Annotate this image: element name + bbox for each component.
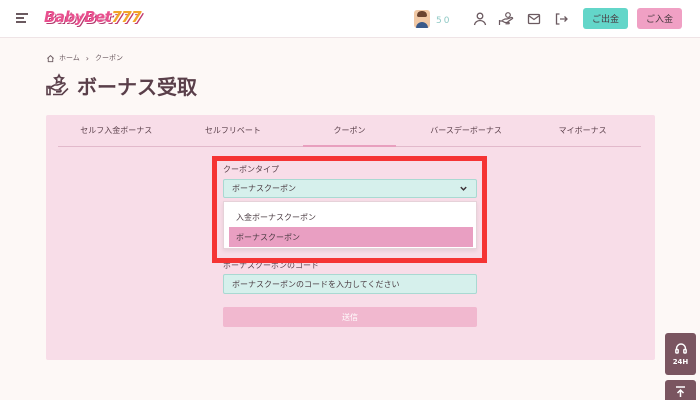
withdraw-button[interactable]: ご出金 bbox=[583, 8, 628, 29]
tab-self-rebate[interactable]: セルフリベート bbox=[175, 115, 292, 146]
tab-my-bonus[interactable]: マイボーナス bbox=[524, 115, 641, 146]
tab-self-deposit-bonus[interactable]: セルフ入金ボーナス bbox=[58, 115, 175, 146]
headset-icon bbox=[674, 343, 687, 354]
breadcrumb-home[interactable]: ホーム bbox=[59, 53, 80, 63]
arrow-up-icon bbox=[676, 386, 685, 397]
page-title: ボーナス受取 bbox=[77, 75, 197, 99]
breadcrumb: ホーム › クーポン bbox=[46, 53, 123, 63]
deposit-button[interactable]: ご入金 bbox=[637, 8, 682, 29]
menu-icon[interactable] bbox=[16, 13, 28, 23]
logout-icon[interactable] bbox=[553, 11, 569, 27]
logo-text: BabyBet bbox=[44, 8, 112, 26]
home-icon[interactable] bbox=[46, 54, 55, 63]
breadcrumb-current: クーポン bbox=[95, 54, 123, 62]
logo-number: 777 bbox=[111, 8, 142, 26]
tab-coupon[interactable]: クーポン bbox=[291, 115, 408, 147]
site-logo[interactable]: BabyBet777 bbox=[44, 8, 142, 26]
coupon-code-input[interactable]: ボーナスクーポンのコードを入力してください bbox=[223, 274, 477, 294]
tab-birthday-bonus[interactable]: バースデーボーナス bbox=[408, 115, 525, 146]
submit-button[interactable]: 送信 bbox=[223, 307, 477, 327]
highlight-frame bbox=[212, 156, 487, 263]
mail-icon[interactable] bbox=[526, 11, 542, 27]
chevron-right-icon: › bbox=[85, 53, 89, 63]
tab-bar: セルフ入金ボーナス セルフリベート クーポン バースデーボーナス マイボーナス bbox=[58, 115, 641, 147]
bonus-hand-icon bbox=[46, 73, 70, 97]
support-label: 24H bbox=[672, 358, 689, 366]
avatar[interactable] bbox=[414, 10, 430, 28]
hand-coin-icon[interactable] bbox=[498, 11, 514, 27]
top-header: BabyBet777 50 ご出金 ご入金 bbox=[0, 0, 700, 38]
points-display: 50 bbox=[436, 16, 452, 26]
user-icon[interactable] bbox=[472, 11, 488, 27]
scroll-top-button[interactable] bbox=[665, 380, 696, 400]
support-24h-button[interactable]: 24H bbox=[665, 333, 696, 375]
